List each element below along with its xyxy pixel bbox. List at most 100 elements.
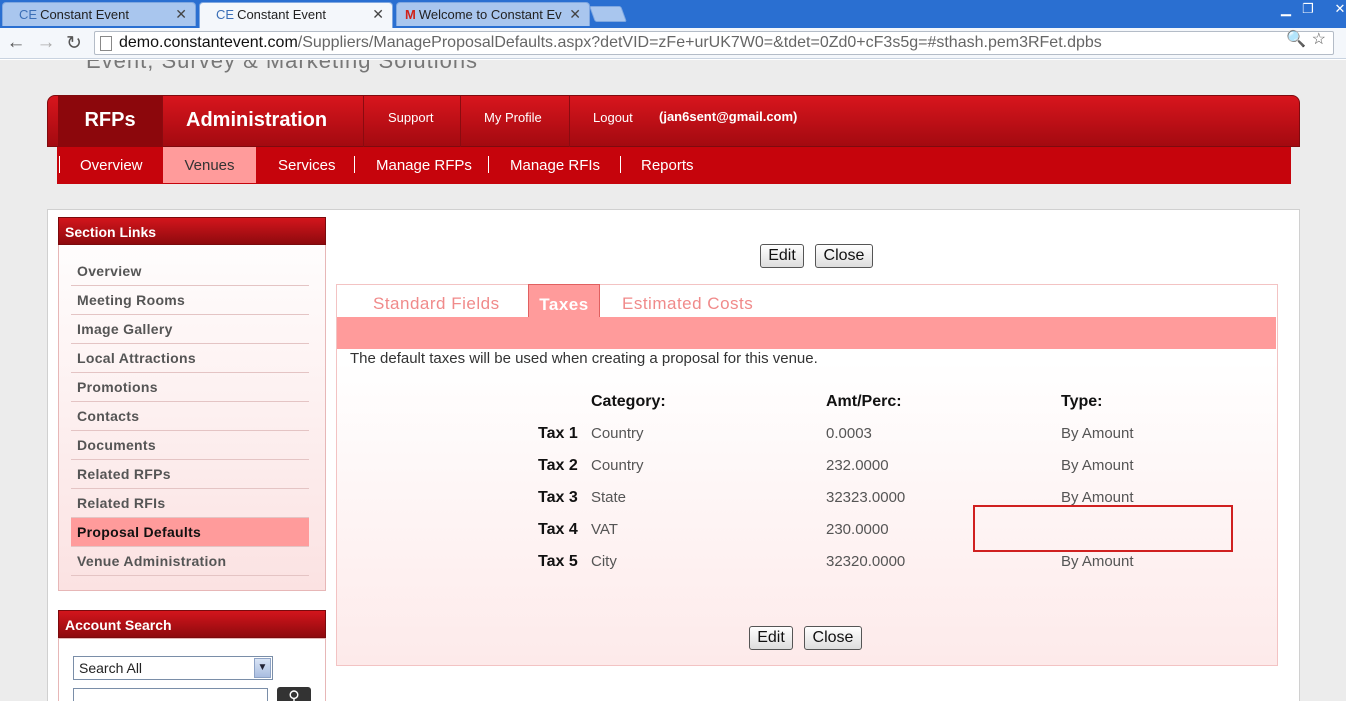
search-icon[interactable]: ⚲ bbox=[277, 687, 311, 701]
tax-category: Country bbox=[591, 425, 644, 442]
user-email: (jan6sent@gmail.com) bbox=[659, 109, 798, 124]
close-tab-icon[interactable]: ✕ bbox=[569, 6, 581, 23]
close-button-top[interactable]: Close bbox=[815, 244, 873, 268]
subnav-divider bbox=[620, 156, 621, 173]
tab-title: Welcome to Constant Ev bbox=[418, 7, 562, 22]
tax-type: By Amount bbox=[1061, 425, 1134, 442]
chevron-down-icon[interactable]: ▼ bbox=[254, 658, 271, 678]
section-links-title: Section Links bbox=[58, 217, 326, 245]
browser-tabstrip: CE Constant Event ✕ CE Constant Event ✕ MW… bbox=[0, 0, 1346, 28]
tab-title: Constant Event bbox=[237, 7, 326, 22]
sidebar-item-contacts[interactable]: Contacts bbox=[71, 402, 309, 431]
back-arrow-icon[interactable]: ← bbox=[4, 32, 28, 54]
highlight-box bbox=[973, 505, 1233, 552]
tax-amount: 0.0003 bbox=[826, 425, 872, 442]
sidebar-item-overview[interactable]: Overview bbox=[71, 257, 309, 286]
tab-estimated-costs[interactable]: Estimated Costs bbox=[622, 294, 753, 314]
top-navigation: RFPs Administration Support My Profile L… bbox=[47, 95, 1300, 148]
subnav-manage-rfis[interactable]: Manage RFIs bbox=[510, 147, 600, 183]
forward-arrow-icon[interactable]: → bbox=[34, 32, 58, 54]
nav-administration[interactable]: Administration bbox=[186, 96, 327, 148]
url-path: /Suppliers/ManageProposalDefaults.aspx?d… bbox=[297, 34, 1102, 51]
address-bar[interactable]: demo.constantevent.com/Suppliers/ManageP… bbox=[94, 31, 1334, 55]
tab-standard-fields[interactable]: Standard Fields bbox=[373, 294, 500, 314]
ce-favicon-icon: CE bbox=[19, 7, 38, 22]
close-tab-icon[interactable]: ✕ bbox=[175, 6, 187, 23]
sidebar-item-venue-administration[interactable]: Venue Administration bbox=[71, 547, 309, 576]
nav-divider bbox=[460, 96, 461, 148]
nav-rfps[interactable]: RFPs bbox=[58, 96, 162, 148]
nav-divider bbox=[363, 96, 364, 148]
tax-label: Tax 3 bbox=[538, 489, 578, 506]
account-search-input[interactable] bbox=[73, 688, 268, 701]
browser-tab-1[interactable]: CE Constant Event ✕ bbox=[2, 2, 196, 26]
tax-amount: 232.0000 bbox=[826, 457, 889, 474]
tax-label: Tax 2 bbox=[538, 457, 578, 474]
browser-tab-2[interactable]: CE Constant Event ✕ bbox=[199, 2, 393, 28]
sidebar-item-related-rfis[interactable]: Related RFIs bbox=[71, 489, 309, 518]
nav-divider bbox=[569, 96, 570, 148]
tax-label: Tax 1 bbox=[538, 425, 578, 442]
tax-type: By Amount bbox=[1061, 457, 1134, 474]
tax-category: Country bbox=[591, 457, 644, 474]
tab-taxes[interactable]: Taxes bbox=[528, 284, 600, 318]
search-scope-select[interactable]: Search All ▼ bbox=[73, 656, 273, 680]
header-amount: Amt/Perc: bbox=[826, 393, 902, 410]
url-host: demo.constantevent.com bbox=[119, 34, 298, 51]
account-search-title: Account Search bbox=[58, 610, 326, 638]
window-close-icon[interactable]: ✕ bbox=[1328, 1, 1346, 17]
sub-navigation: Overview Venues Services Manage RFPs Man… bbox=[57, 147, 1291, 184]
ce-favicon-icon: CE bbox=[216, 7, 235, 22]
tab-header-bar bbox=[337, 317, 1276, 349]
nav-support[interactable]: Support bbox=[388, 96, 434, 148]
sidebar-item-related-rfps[interactable]: Related RFPs bbox=[71, 460, 309, 489]
tax-category: VAT bbox=[591, 521, 618, 538]
tax-label: Tax 5 bbox=[538, 553, 578, 570]
star-icon[interactable]: ☆ bbox=[1312, 29, 1326, 49]
header-category: Category: bbox=[591, 393, 666, 410]
subnav-services[interactable]: Services bbox=[278, 147, 336, 183]
sidebar-item-local-attractions[interactable]: Local Attractions bbox=[71, 344, 309, 373]
zoom-icon[interactable]: 🔍 bbox=[1286, 29, 1306, 49]
subnav-divider bbox=[488, 156, 489, 173]
subnav-reports[interactable]: Reports bbox=[641, 147, 694, 183]
reload-icon[interactable]: ↻ bbox=[62, 32, 86, 55]
subnav-venues[interactable]: Venues bbox=[163, 147, 256, 183]
browser-tab-3[interactable]: M Welcome to Constant Ev ✕ bbox=[396, 2, 590, 26]
nav-divider bbox=[162, 96, 163, 148]
close-button-bottom[interactable]: Close bbox=[804, 626, 862, 650]
site-tagline: Event, Survey & Marketing Solutions bbox=[86, 60, 479, 73]
minimize-icon[interactable]: ▁ bbox=[1274, 1, 1298, 17]
tax-category: State bbox=[591, 489, 627, 506]
nav-logout[interactable]: Logout bbox=[593, 96, 633, 148]
sidebar-item-image-gallery[interactable]: Image Gallery bbox=[71, 315, 309, 344]
new-tab-button[interactable] bbox=[589, 6, 627, 22]
maximize-icon[interactable]: ❐ bbox=[1296, 1, 1320, 17]
tax-amount: 32320.0000 bbox=[826, 553, 906, 570]
header-type: Type: bbox=[1061, 393, 1103, 410]
taxes-description: The default taxes will be used when crea… bbox=[350, 350, 818, 367]
close-tab-icon[interactable]: ✕ bbox=[372, 6, 384, 23]
tax-label: Tax 4 bbox=[538, 521, 578, 538]
subnav-manage-rfps[interactable]: Manage RFPs bbox=[376, 147, 472, 183]
tax-type: By Amount bbox=[1061, 489, 1134, 506]
web-page: Event, Survey & Marketing Solutions RFPs… bbox=[0, 60, 1346, 701]
nav-my-profile[interactable]: My Profile bbox=[484, 96, 542, 148]
sidebar-item-meeting-rooms[interactable]: Meeting Rooms bbox=[71, 286, 309, 315]
edit-button-bottom[interactable]: Edit bbox=[749, 626, 793, 650]
sidebar-item-documents[interactable]: Documents bbox=[71, 431, 309, 460]
edit-button-top[interactable]: Edit bbox=[760, 244, 804, 268]
tax-category: City bbox=[591, 553, 617, 570]
browser-toolbar: ← → ↻ demo.constantevent.com/Suppliers/M… bbox=[0, 28, 1346, 59]
tax-type: By Amount bbox=[1061, 553, 1134, 570]
subnav-overview[interactable]: Overview bbox=[80, 147, 143, 183]
tax-amount: 32323.0000 bbox=[826, 489, 906, 506]
tab-title: Constant Event bbox=[40, 7, 129, 22]
page-icon bbox=[100, 36, 112, 51]
gmail-favicon-icon: M bbox=[405, 7, 416, 22]
sidebar-item-promotions[interactable]: Promotions bbox=[71, 373, 309, 402]
subnav-divider bbox=[59, 156, 60, 173]
sidebar-item-proposal-defaults[interactable]: Proposal Defaults bbox=[71, 518, 309, 547]
subnav-divider bbox=[354, 156, 355, 173]
tax-amount: 230.0000 bbox=[826, 521, 889, 538]
